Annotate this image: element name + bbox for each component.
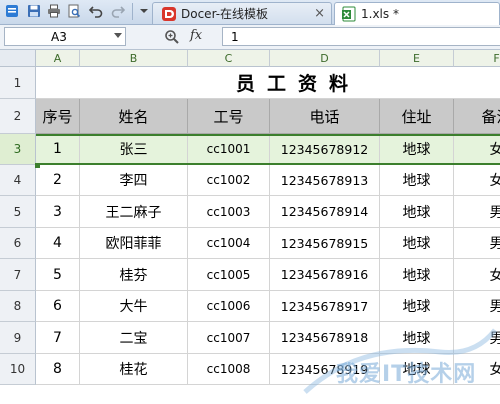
column-header-a[interactable]: A	[36, 50, 80, 67]
tab-bar: Docer-在线模板 × 1.xls *	[0, 0, 500, 25]
table-cell[interactable]: 男	[454, 196, 500, 228]
save-icon[interactable]	[26, 3, 42, 19]
tab-workbook[interactable]: 1.xls *	[334, 2, 500, 25]
undo-icon[interactable]	[88, 3, 104, 19]
row-header-7[interactable]: 7	[0, 259, 36, 291]
table-cell[interactable]: 张三	[80, 134, 188, 165]
table-cell[interactable]: 李四	[80, 165, 188, 196]
table-cell[interactable]: 男	[454, 228, 500, 259]
table-cell[interactable]: cc1005	[188, 259, 270, 291]
table-cell[interactable]: 欧阳菲菲	[80, 228, 188, 259]
table-cell[interactable]: 12345678918	[270, 322, 380, 354]
table-cell[interactable]: 地球	[380, 354, 454, 385]
row-header-5[interactable]: 5	[0, 196, 36, 228]
table-cell[interactable]: 8	[36, 354, 80, 385]
table-cell[interactable]: 12345678917	[270, 291, 380, 322]
row-header-9[interactable]: 9	[0, 322, 36, 354]
print-icon[interactable]	[46, 3, 62, 19]
spreadsheet-file-icon	[341, 6, 357, 22]
table-cell[interactable]: 12345678912	[270, 134, 380, 165]
table-cell[interactable]: 男	[454, 291, 500, 322]
table-cell[interactable]: 女	[454, 259, 500, 291]
column-header-e[interactable]: E	[380, 50, 454, 67]
header-cell-remark[interactable]: 备注	[454, 99, 500, 134]
row-header-6[interactable]: 6	[0, 228, 36, 259]
table-cell[interactable]: 3	[36, 196, 80, 228]
row-header-3[interactable]: 3	[0, 134, 36, 165]
table-cell[interactable]: 7	[36, 322, 80, 354]
table-cell[interactable]: 王二麻子	[80, 196, 188, 228]
docer-icon	[161, 6, 177, 22]
header-cell-id[interactable]: 工号	[188, 99, 270, 134]
header-cell-phone[interactable]: 电话	[270, 99, 380, 134]
table-cell[interactable]: 地球	[380, 291, 454, 322]
app-menu-icon[interactable]	[4, 3, 20, 19]
tab-label: 1.xls *	[361, 7, 399, 21]
table-cell[interactable]: 地球	[380, 259, 454, 291]
table-cell[interactable]: 女	[454, 134, 500, 165]
print-preview-icon[interactable]	[66, 3, 82, 19]
table-cell[interactable]: 地球	[380, 165, 454, 196]
header-cell-address[interactable]: 住址	[380, 99, 454, 134]
row-header-4[interactable]: 4	[0, 165, 36, 196]
formula-input[interactable]: 1	[222, 27, 500, 46]
insert-function-button[interactable]: fx	[190, 28, 202, 43]
spreadsheet-grid: A B C D E F 1 2 3 4 5 6 7 8 9 10 员工资料 序号…	[0, 50, 500, 400]
tab-close-icon[interactable]: ×	[314, 6, 325, 21]
table-cell[interactable]: 6	[36, 291, 80, 322]
table-cell[interactable]: 桂花	[80, 354, 188, 385]
table-cell[interactable]: 男	[454, 322, 500, 354]
tab-label: Docer-在线模板	[181, 7, 269, 21]
table-cell[interactable]: 地球	[380, 228, 454, 259]
quick-access-dropdown-icon[interactable]	[136, 3, 152, 19]
table-cell[interactable]: 地球	[380, 134, 454, 165]
table-cell[interactable]: cc1003	[188, 196, 270, 228]
table-cell[interactable]: 12345678915	[270, 228, 380, 259]
table-cell[interactable]: cc1001	[188, 134, 270, 165]
tab-docer-templates[interactable]: Docer-在线模板 ×	[152, 2, 332, 24]
column-header-row: A B C D E F	[0, 50, 500, 67]
table-cell[interactable]: 大牛	[80, 291, 188, 322]
table-cell[interactable]: 12345678916	[270, 259, 380, 291]
table-cell[interactable]: 二宝	[80, 322, 188, 354]
table-cell[interactable]: 女	[454, 165, 500, 196]
table-cell[interactable]: 女	[454, 354, 500, 385]
column-header-d[interactable]: D	[270, 50, 380, 67]
table-cell[interactable]: 桂芬	[80, 259, 188, 291]
table-cell[interactable]: 12345678914	[270, 196, 380, 228]
table-cell[interactable]: cc1002	[188, 165, 270, 196]
table-cell[interactable]: cc1007	[188, 322, 270, 354]
table-cell[interactable]: 5	[36, 259, 80, 291]
name-box[interactable]: A3	[4, 27, 126, 46]
sheet-title-cell[interactable]: 员工资料	[36, 67, 500, 99]
column-header-c[interactable]: C	[188, 50, 270, 67]
name-box-value: A3	[51, 29, 67, 44]
column-header-f[interactable]: F	[454, 50, 500, 67]
table-cell[interactable]: 1	[36, 134, 80, 165]
table-cell[interactable]: 12345678913	[270, 165, 380, 196]
table-cell[interactable]: 2	[36, 165, 80, 196]
redo-icon[interactable]	[110, 3, 126, 19]
column-header-b[interactable]: B	[80, 50, 188, 67]
table-cell[interactable]: cc1004	[188, 228, 270, 259]
row-header-10[interactable]: 10	[0, 354, 36, 385]
table-cell[interactable]: cc1006	[188, 291, 270, 322]
header-cell-index[interactable]: 序号	[36, 99, 80, 134]
header-cell-name[interactable]: 姓名	[80, 99, 188, 134]
table-cell[interactable]: 地球	[380, 196, 454, 228]
table-cell[interactable]: cc1008	[188, 354, 270, 385]
fill-handle[interactable]	[35, 163, 40, 168]
zoom-magnifier-icon[interactable]	[164, 29, 180, 45]
row-header-2[interactable]: 2	[0, 99, 36, 134]
table-cell[interactable]: 4	[36, 228, 80, 259]
chevron-down-icon[interactable]	[114, 33, 122, 38]
table-cell[interactable]: 地球	[380, 322, 454, 354]
formula-bar: A3 fx 1	[0, 25, 500, 50]
select-all-corner[interactable]	[0, 50, 36, 67]
row-header-1[interactable]: 1	[0, 67, 36, 99]
table-cell[interactable]: 12345678919	[270, 354, 380, 385]
row-header-8[interactable]: 8	[0, 291, 36, 322]
